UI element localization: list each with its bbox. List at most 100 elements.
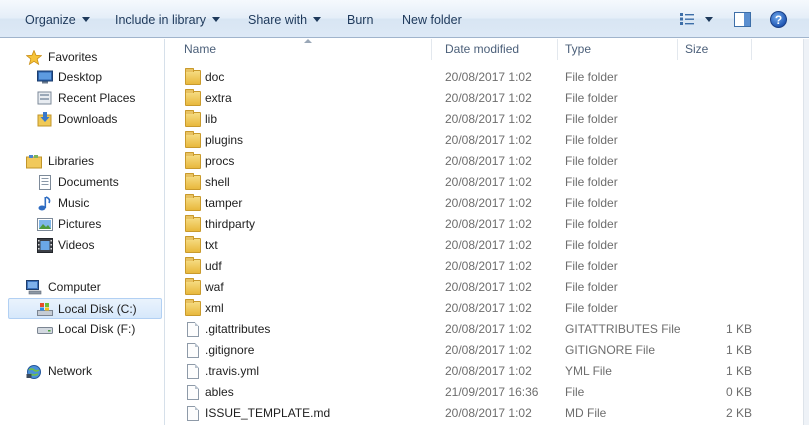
folder-icon: [185, 173, 201, 190]
nav-favorites[interactable]: Favorites: [0, 47, 164, 68]
nav-local-disk-f[interactable]: Local Disk (F:): [0, 319, 164, 340]
table-row[interactable]: waf 20/08/2017 1:02 File folder: [166, 277, 809, 298]
table-row[interactable]: tamper 20/08/2017 1:02 File folder: [166, 193, 809, 214]
file-date-modified: 20/08/2017 1:02: [445, 133, 532, 147]
file-icon: [187, 385, 199, 400]
file-type: File folder: [565, 154, 618, 168]
table-row[interactable]: .gitattributes 20/08/2017 1:02 GITATTRIBUT…: [166, 319, 809, 340]
file-list-pane: Name Date modified Type Size doc 20/08/20…: [166, 39, 809, 425]
file-type: File folder: [565, 133, 618, 147]
downloads-icon: [37, 112, 52, 127]
preview-pane-icon[interactable]: [734, 12, 751, 27]
nav-videos[interactable]: Videos: [0, 235, 164, 256]
nav-pictures[interactable]: Pictures: [0, 214, 164, 235]
file-name: ables: [205, 385, 234, 399]
local-disk-icon: [37, 303, 53, 316]
table-row[interactable]: .travis.yml 20/08/2017 1:02 YML File 1 KB: [166, 361, 809, 382]
column-header-size[interactable]: Size: [667, 39, 747, 60]
column-header-name[interactable]: Name: [166, 39, 424, 60]
share-with-button[interactable]: Share with: [248, 11, 322, 29]
file-type: File folder: [565, 175, 618, 189]
nav-computer[interactable]: Computer: [0, 277, 164, 298]
file-date-modified: 20/08/2017 1:02: [445, 154, 532, 168]
column-header-type[interactable]: Type: [547, 39, 667, 60]
nav-libraries[interactable]: Libraries: [0, 151, 164, 172]
file-name: tamper: [205, 196, 243, 210]
folder-icon: [185, 215, 201, 232]
share-with-label: Share with: [248, 13, 308, 27]
file-type: File folder: [565, 280, 618, 294]
recent-places-icon: [37, 91, 52, 105]
column-header-date-modified[interactable]: Date modified: [427, 39, 547, 60]
videos-icon: [37, 238, 53, 253]
folder-icon: [185, 299, 201, 316]
file-type: File folder: [565, 112, 618, 126]
folder-icon: [185, 152, 201, 169]
table-row[interactable]: udf 20/08/2017 1:02 File folder: [166, 256, 809, 277]
file-name: .gitattributes: [205, 322, 271, 336]
file-type: File folder: [565, 91, 618, 105]
table-row[interactable]: lib 20/08/2017 1:02 File folder: [166, 109, 809, 130]
table-row[interactable]: ables 21/09/2017 16:36 File 0 KB: [166, 382, 809, 403]
nav-label: Documents: [58, 175, 119, 189]
file-type: File folder: [565, 238, 618, 252]
file-name: doc: [205, 70, 225, 84]
table-row[interactable]: extra 20/08/2017 1:02 File folder: [166, 88, 809, 109]
nav-desktop[interactable]: Desktop: [0, 67, 164, 88]
nav-documents[interactable]: Documents: [0, 172, 164, 193]
file-name: extra: [205, 91, 232, 105]
nav-network[interactable]: Network: [0, 361, 164, 382]
table-row[interactable]: thirdparty 20/08/2017 1:02 File folder: [166, 214, 809, 235]
file-type: File folder: [565, 70, 618, 84]
nav-label: Local Disk (F:): [58, 322, 136, 336]
column-divider[interactable]: [751, 39, 752, 60]
new-folder-button[interactable]: New folder: [402, 11, 462, 29]
nav-music[interactable]: Music: [0, 193, 164, 214]
table-row[interactable]: xml 20/08/2017 1:02 File folder: [166, 298, 809, 319]
file-date-modified: 20/08/2017 1:02: [445, 196, 532, 210]
table-row[interactable]: procs 20/08/2017 1:02 File folder: [166, 151, 809, 172]
pictures-icon: [37, 218, 53, 231]
command-bar: Organize Include in library Share with B…: [0, 0, 809, 38]
folder-icon: [185, 89, 201, 106]
file-icon: [187, 364, 199, 379]
help-icon[interactable]: ?: [770, 11, 787, 28]
nav-label: Local Disk (C:): [58, 302, 137, 316]
table-row[interactable]: ISSUE_TEMPLATE.md 20/08/2017 1:02 MD File 2…: [166, 403, 809, 424]
folder-icon: [185, 68, 201, 85]
network-icon: [26, 365, 41, 379]
burn-button[interactable]: Burn: [347, 11, 373, 29]
table-row[interactable]: txt 20/08/2017 1:02 File folder: [166, 235, 809, 256]
navigation-pane: Favorites Desktop Recent Places Download…: [0, 39, 165, 425]
folder-icon: [185, 194, 201, 211]
libraries-icon: [26, 155, 42, 169]
table-row[interactable]: .gitignore 20/08/2017 1:02 GITIGNORE File 1…: [166, 340, 809, 361]
nav-downloads[interactable]: Downloads: [0, 109, 164, 130]
change-view-icon[interactable]: [679, 12, 695, 26]
file-type: YML File: [565, 364, 612, 378]
file-type: GITIGNORE File: [565, 343, 656, 357]
file-date-modified: 21/09/2017 16:36: [445, 385, 539, 399]
nav-label: Recent Places: [58, 91, 136, 105]
file-size: 2 KB: [725, 406, 752, 420]
nav-local-disk-c[interactable]: Local Disk (C:): [8, 298, 162, 319]
nav-label: Pictures: [58, 217, 102, 231]
table-row[interactable]: shell 20/08/2017 1:02 File folder: [166, 172, 809, 193]
file-date-modified: 20/08/2017 1:02: [445, 112, 532, 126]
table-row[interactable]: doc 20/08/2017 1:02 File folder: [166, 67, 809, 88]
file-type: MD File: [565, 406, 607, 420]
documents-icon: [39, 175, 51, 190]
file-size: 0 KB: [725, 385, 752, 399]
chevron-down-icon: [81, 17, 90, 22]
burn-label: Burn: [347, 13, 374, 27]
nav-label: Computer: [48, 280, 101, 294]
nav-recent-places[interactable]: Recent Places: [0, 88, 164, 109]
desktop-icon: [37, 70, 53, 84]
organize-button[interactable]: Organize: [25, 11, 90, 29]
view-options-chevron-icon[interactable]: [705, 17, 713, 22]
music-icon: [38, 196, 51, 211]
table-row[interactable]: plugins 20/08/2017 1:02 File folder: [166, 130, 809, 151]
nav-label: Desktop: [58, 70, 103, 84]
include-in-library-button[interactable]: Include in library: [115, 11, 221, 29]
organize-label: Organize: [25, 13, 76, 27]
